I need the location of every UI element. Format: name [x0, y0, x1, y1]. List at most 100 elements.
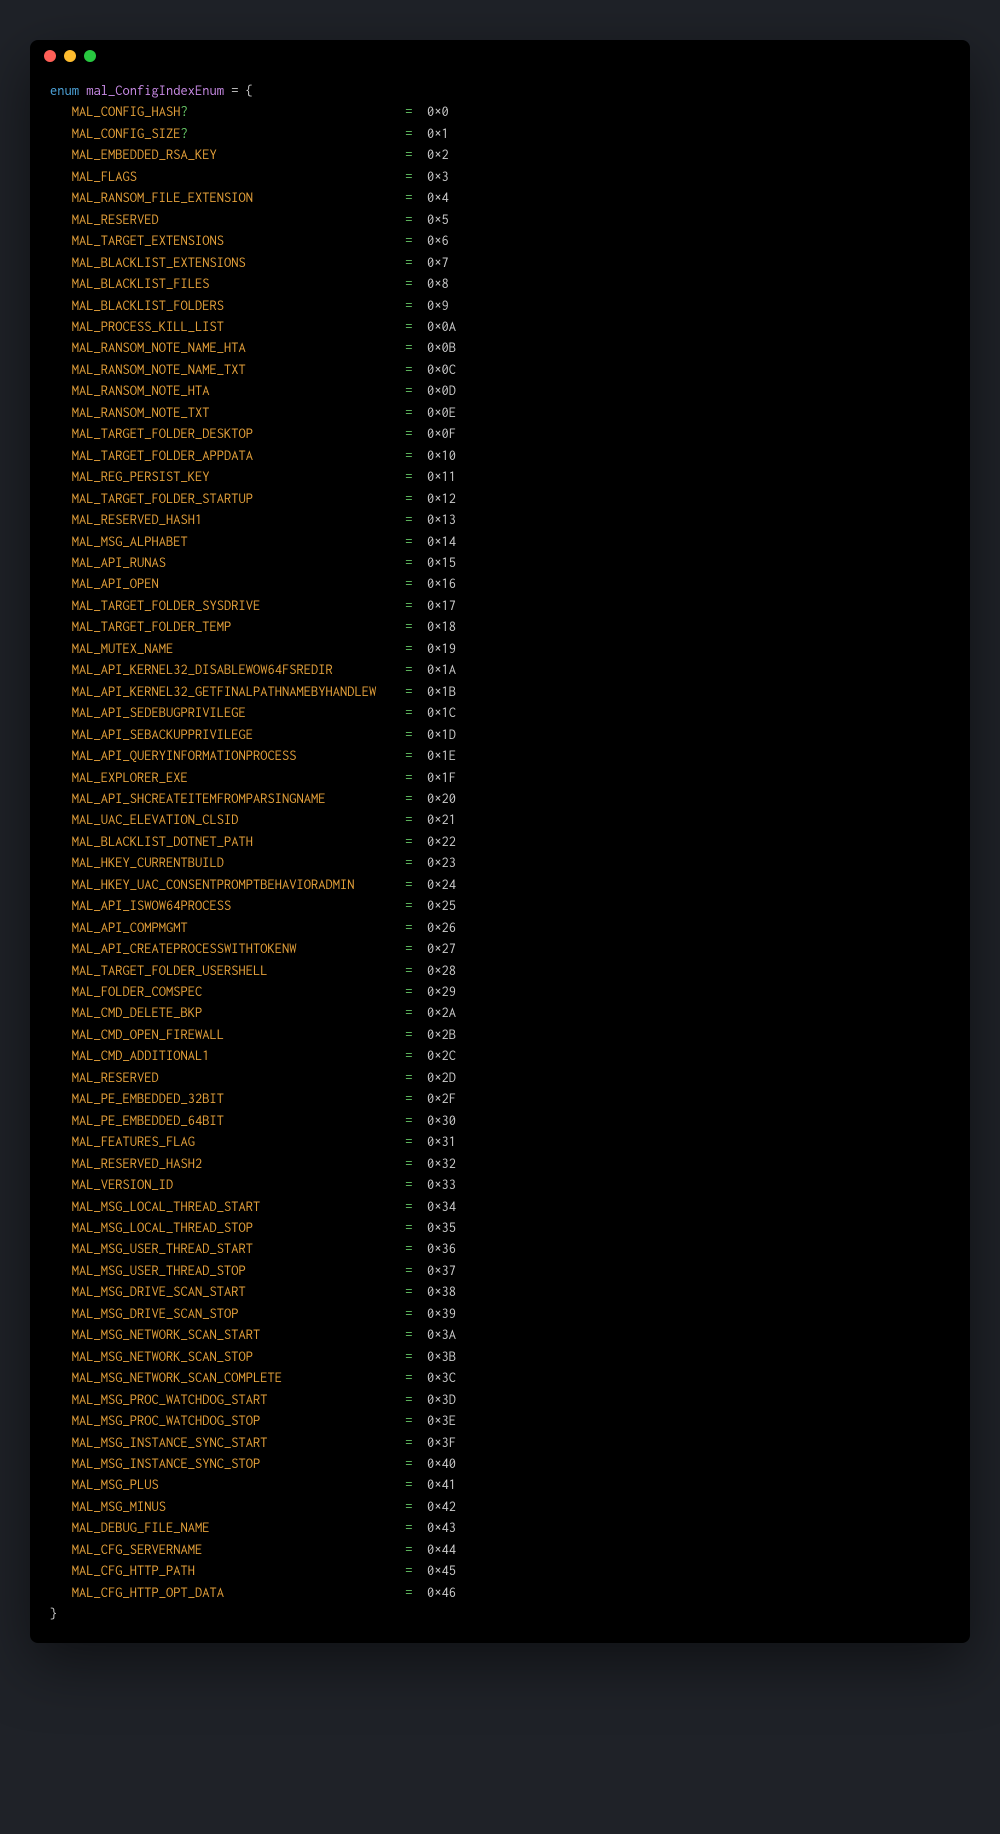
gap	[413, 920, 428, 935]
enum-member-line: MAL_PROCESS_KILL_LIST = 0×0A	[50, 316, 950, 337]
assign-equals: =	[405, 727, 412, 742]
indent	[50, 169, 72, 184]
enum-member-value: 0×0B	[427, 340, 456, 355]
assign-equals: =	[405, 1048, 412, 1063]
assign-equals: =	[405, 1177, 412, 1192]
enum-member-name: MAL_TARGET_FOLDER_SYSDRIVE	[72, 598, 261, 613]
enum-member-value: 0×5	[427, 212, 449, 227]
enum-member-name: MAL_CONFIG_HASH	[72, 104, 181, 119]
enum-member-value: 0×11	[427, 469, 456, 484]
gap	[413, 641, 428, 656]
enum-declaration-line: enum mal_ConfigIndexEnum = {	[50, 80, 950, 101]
enum-member-name: MAL_PROCESS_KILL_LIST	[72, 319, 224, 334]
padding	[224, 1585, 405, 1600]
padding	[202, 512, 405, 527]
enum-member-value: 0×8	[427, 276, 449, 291]
assign-equals: =	[405, 340, 412, 355]
gap	[413, 770, 428, 785]
indent	[50, 383, 72, 398]
enum-member-value: 0×45	[427, 1563, 456, 1578]
open-brace: {	[246, 83, 253, 98]
enum-member-value: 0×2F	[427, 1091, 456, 1106]
padding	[246, 1284, 406, 1299]
close-icon[interactable]	[44, 50, 56, 62]
enum-member-line: MAL_FLAGS = 0×3	[50, 166, 950, 187]
enum-member-value: 0×10	[427, 448, 456, 463]
indent	[50, 705, 72, 720]
indent	[50, 534, 72, 549]
enum-member-name: MAL_API_ISWOW64PROCESS	[72, 898, 232, 913]
padding	[210, 1048, 406, 1063]
enum-member-name: MAL_MSG_NETWORK_SCAN_START	[72, 1327, 261, 1342]
indent	[50, 1241, 72, 1256]
enum-member-name: MAL_API_RUNAS	[72, 555, 166, 570]
gap	[413, 1477, 428, 1492]
code-content: enum mal_ConfigIndexEnum = { MAL_CONFIG_…	[30, 72, 970, 1643]
minimize-icon[interactable]	[64, 50, 76, 62]
assign-equals: =	[405, 834, 412, 849]
enum-member-value: 0×13	[427, 512, 456, 527]
indent	[50, 770, 72, 785]
padding	[260, 1327, 405, 1342]
enum-member-name: MAL_MSG_NETWORK_SCAN_COMPLETE	[72, 1370, 282, 1385]
padding	[260, 1413, 405, 1428]
gap	[413, 340, 428, 355]
assign-equals: =	[405, 1520, 412, 1535]
enum-member-name: MAL_REG_PERSIST_KEY	[72, 469, 210, 484]
padding	[355, 877, 406, 892]
assign-equals: =	[405, 1435, 412, 1450]
gap	[413, 834, 428, 849]
assign-equals: =	[405, 1284, 412, 1299]
enum-member-name: MAL_RESERVED	[72, 1070, 159, 1085]
enum-member-name: MAL_TARGET_FOLDER_TEMP	[72, 619, 232, 634]
enum-member-name: MAL_EXPLORER_EXE	[72, 770, 188, 785]
gap	[413, 984, 428, 999]
enum-member-value: 0×37	[427, 1263, 456, 1278]
enum-member-line: MAL_FOLDER_COMSPEC = 0×29	[50, 981, 950, 1002]
enum-member-line: MAL_UAC_ELEVATION_CLSID = 0×21	[50, 809, 950, 830]
enum-member-line: MAL_API_KERNEL32_DISABLEWOW64FSREDIR = 0…	[50, 659, 950, 680]
padding	[188, 534, 406, 549]
gap	[413, 1241, 428, 1256]
padding	[188, 770, 406, 785]
padding	[246, 340, 406, 355]
gap	[413, 1520, 428, 1535]
gap	[413, 1091, 428, 1106]
gap	[413, 555, 428, 570]
padding	[210, 405, 406, 420]
gap	[413, 298, 428, 313]
padding	[253, 1241, 405, 1256]
zoom-icon[interactable]	[84, 50, 96, 62]
padding	[260, 598, 405, 613]
enum-identifier: mal_ConfigIndexEnum	[86, 83, 224, 98]
indent	[50, 255, 72, 270]
enum-member-value: 0×14	[427, 534, 456, 549]
padding	[159, 576, 406, 591]
enum-member-name: MAL_CONFIG_SIZE	[72, 126, 181, 141]
enum-member-line: MAL_CFG_HTTP_OPT_DATA = 0×46	[50, 1582, 950, 1603]
indent	[50, 1585, 72, 1600]
padding	[224, 1027, 405, 1042]
enum-member-line: MAL_MSG_LOCAL_THREAD_START = 0×34	[50, 1196, 950, 1217]
gap	[413, 705, 428, 720]
gap	[413, 619, 428, 634]
gap	[413, 491, 428, 506]
gap	[413, 1456, 428, 1471]
padding	[210, 276, 406, 291]
gap	[413, 1306, 428, 1321]
enum-member-value: 0×4	[427, 190, 449, 205]
padding	[159, 212, 406, 227]
enum-member-line: MAL_API_SEDEBUGPRIVILEGE = 0×1C	[50, 702, 950, 723]
padding	[231, 619, 405, 634]
assign-equals: =	[405, 1134, 412, 1149]
enum-member-line: MAL_HKEY_UAC_CONSENTPROMPTBEHAVIORADMIN …	[50, 874, 950, 895]
enum-member-line: MAL_API_COMPMGMT = 0×26	[50, 917, 950, 938]
assign-equals: =	[405, 512, 412, 527]
padding	[224, 1113, 405, 1128]
enum-member-value: 0×40	[427, 1456, 456, 1471]
enum-member-name: MAL_FLAGS	[72, 169, 137, 184]
padding	[333, 662, 406, 677]
enum-member-value: 0×34	[427, 1199, 456, 1214]
gap	[413, 383, 428, 398]
assign-equals: =	[405, 319, 412, 334]
